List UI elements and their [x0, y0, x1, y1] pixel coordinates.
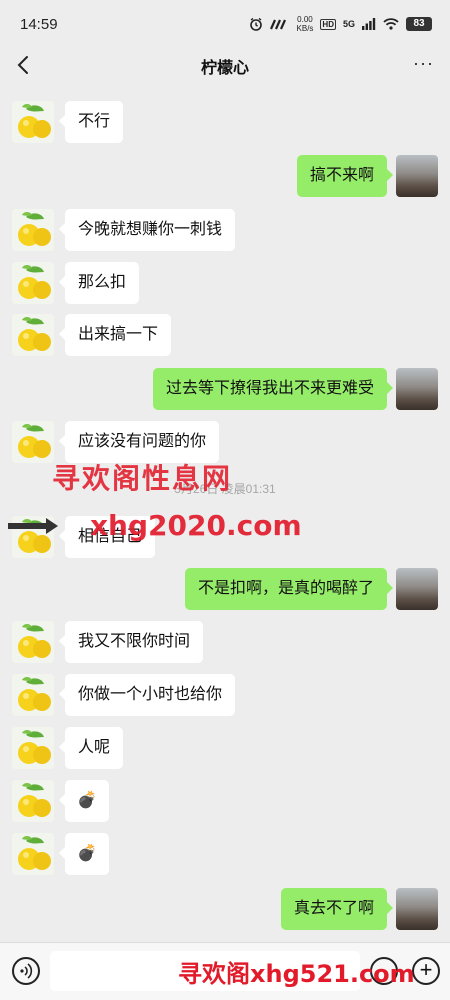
message-bubble[interactable]: 应该没有问题的你	[58, 421, 220, 463]
message-row: 💣	[0, 780, 450, 824]
lemon-avatar-image	[12, 674, 54, 716]
chat-area[interactable]: 不行 搞不来啊 今晚就想赚你一刺钱 那么扣 出来搞一下 过去等下撩得我出不来更难…	[0, 84, 450, 942]
signal-bars-icon	[269, 19, 286, 30]
message-row: 那么扣	[0, 262, 450, 306]
battery-indicator: 83	[406, 17, 432, 31]
chat-header: 柠檬心 ···	[0, 48, 450, 84]
voice-waves-icon	[20, 963, 33, 979]
lemon-avatar[interactable]	[12, 833, 54, 875]
back-arrow-icon[interactable]	[10, 50, 40, 80]
lemon-avatar[interactable]	[12, 101, 54, 143]
bomb-emoji-bubble[interactable]: 💣	[59, 780, 109, 822]
emoji-icon[interactable]	[370, 957, 398, 985]
message-row: 今晚就想赚你一刺钱	[0, 209, 450, 253]
lemon-avatar-image	[12, 621, 54, 663]
message-row: 应该没有问题的你	[0, 421, 450, 465]
speed-value: 0.00	[297, 15, 313, 24]
lemon-avatar-image	[12, 421, 54, 463]
lemon-avatar[interactable]	[12, 421, 54, 463]
message-row: 💣	[0, 833, 450, 877]
lemon-avatar-image	[12, 101, 54, 143]
lemon-avatar[interactable]	[12, 209, 54, 251]
input-bar: +	[0, 942, 450, 1000]
more-icon[interactable]: ···	[413, 54, 434, 72]
message-row: 过去等下撩得我出不来更难受	[0, 368, 450, 412]
lemon-avatar-image	[12, 833, 54, 875]
message-bubble[interactable]: 真去不了啊	[280, 888, 394, 930]
alarm-icon	[249, 17, 262, 31]
sunset-photo-avatar[interactable]	[396, 568, 438, 610]
lemon-avatar[interactable]	[12, 727, 54, 769]
wifi-icon	[383, 18, 399, 30]
hd-icon: HD	[320, 18, 336, 30]
lemon-avatar[interactable]	[12, 314, 54, 356]
message-bubble[interactable]: 过去等下撩得我出不来更难受	[152, 368, 394, 410]
lemon-avatar-image	[12, 314, 54, 356]
message-row: 人呢	[0, 727, 450, 771]
bomb-emoji-bubble[interactable]: 💣	[59, 833, 109, 875]
message-bubble[interactable]: 不行	[58, 101, 124, 143]
lemon-avatar[interactable]	[12, 262, 54, 304]
message-row: 我又不限你时间	[0, 621, 450, 665]
message-timestamp: 3月26日 凌晨01:31	[174, 482, 276, 496]
network-speed: 0.00 KB/s	[297, 15, 314, 33]
lemon-avatar-image	[12, 727, 54, 769]
message-row: 搞不来啊	[0, 155, 450, 199]
message-bubble[interactable]: 我又不限你时间	[58, 621, 204, 663]
message-bubble[interactable]: 人呢	[58, 727, 124, 769]
status-icons: 0.00 KB/s HD 5G 83	[249, 15, 432, 33]
arrow-decoration-icon	[8, 518, 58, 534]
message-bubble[interactable]: 不是扣啊，是真的喝醉了	[184, 568, 394, 610]
sunset-photo-avatar[interactable]	[396, 155, 438, 197]
lemon-avatar[interactable]	[12, 780, 54, 822]
speed-unit: KB/s	[296, 24, 314, 33]
message-bubble[interactable]: 出来搞一下	[58, 314, 172, 356]
chat-title: 柠檬心	[200, 60, 249, 77]
lemon-avatar-image	[12, 262, 54, 304]
message-bubble[interactable]: 那么扣	[58, 262, 140, 304]
cell-signal-icon	[362, 18, 376, 30]
lemon-avatar[interactable]	[12, 674, 54, 716]
voice-icon[interactable]	[12, 957, 40, 985]
message-row: 你做一个小时也给你	[0, 674, 450, 718]
message-row: 出来搞一下	[0, 314, 450, 358]
message-bubble[interactable]: 今晚就想赚你一刺钱	[58, 209, 236, 251]
message-bubble[interactable]: 你做一个小时也给你	[58, 674, 236, 716]
message-bubble[interactable]: 搞不来啊	[296, 155, 394, 197]
status-time: 14:59	[20, 15, 58, 33]
message-row: 不行	[0, 101, 450, 145]
lemon-avatar-image	[12, 780, 54, 822]
plus-icon[interactable]: +	[412, 957, 440, 985]
network-type: 5G	[342, 19, 355, 29]
status-bar: 14:59 0.00 KB/s HD 5G 83	[0, 0, 450, 48]
lemon-avatar[interactable]	[12, 621, 54, 663]
message-input[interactable]	[50, 951, 360, 991]
sunset-photo-avatar[interactable]	[396, 888, 438, 930]
message-bubble[interactable]: 相信自己	[58, 516, 156, 558]
message-row: 真去不了啊	[0, 888, 450, 932]
message-row: 不是扣啊，是真的喝醉了	[0, 568, 450, 612]
sunset-photo-avatar[interactable]	[396, 368, 438, 410]
lemon-avatar-image	[12, 209, 54, 251]
